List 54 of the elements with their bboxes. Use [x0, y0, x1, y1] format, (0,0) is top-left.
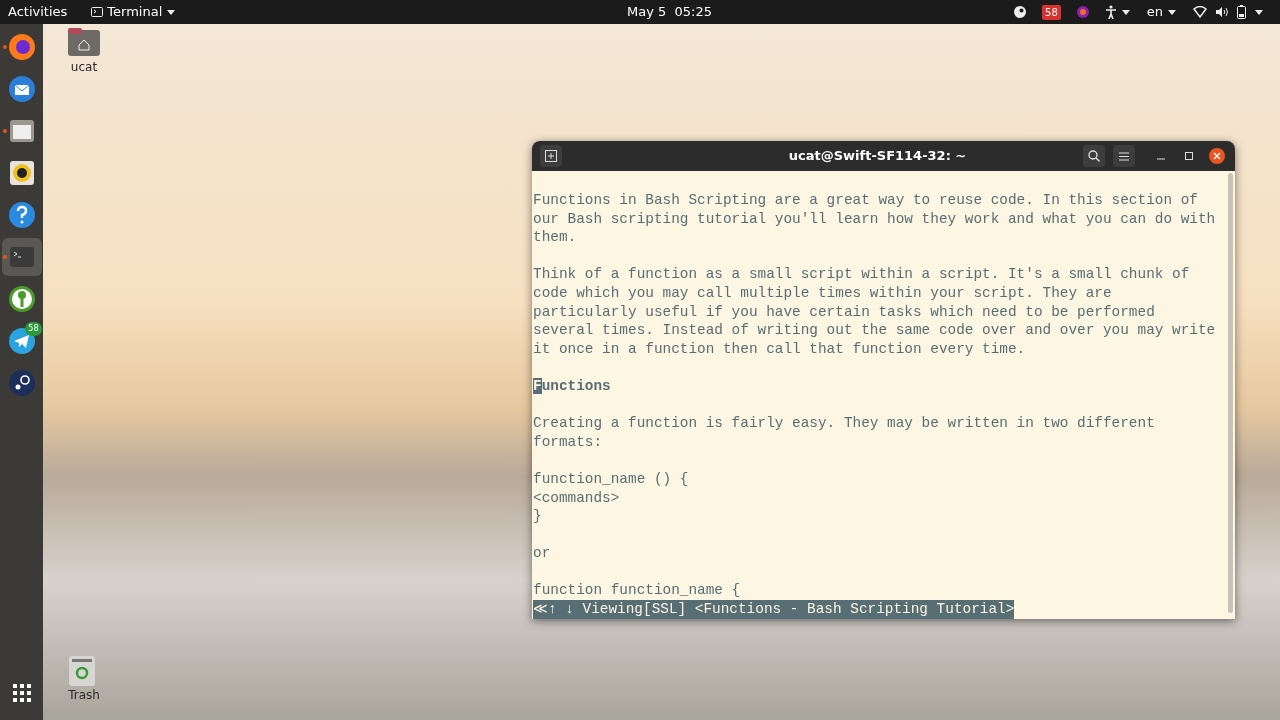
scrollbar[interactable]	[1228, 173, 1233, 613]
close-icon	[1208, 147, 1226, 165]
text-line: formats:	[533, 432, 603, 452]
notification-count[interactable]: 58	[1042, 4, 1061, 20]
app-menu[interactable]: Terminal	[91, 2, 177, 22]
maximize-icon	[1185, 152, 1193, 160]
menu-button[interactable]	[1113, 145, 1135, 167]
caret-icon	[1120, 7, 1131, 17]
caret-icon	[1167, 7, 1177, 17]
text-line: }	[533, 507, 542, 526]
clock[interactable]: May 5 05:25	[627, 2, 712, 22]
text-line: particularly useful if you have certain tasks which need to be performed	[533, 302, 1155, 322]
battery-icon	[1237, 5, 1246, 19]
window-title: ucat@Swift-SF114-32: ~	[787, 147, 968, 166]
text-line: function_name () {	[533, 469, 689, 489]
dock-item[interactable]: 58	[1, 322, 42, 360]
text-line: Functions in Bash Scripting are a great way to reuse code. In this section of	[533, 191, 1198, 210]
text-line: our Bash scripting tutorial you'll learn how they work and what you can do with	[533, 209, 1216, 229]
text-line: it once in a function then call that function every time.	[533, 339, 1026, 359]
paper-plane-icon	[6, 326, 37, 356]
accessibility-icon[interactable]	[1104, 5, 1117, 19]
new-tab-button[interactable]	[540, 145, 562, 167]
text-line: code which you may call multiple times within your script. They are	[533, 283, 1112, 303]
mail-icon	[6, 74, 37, 104]
language-menu[interactable]: en	[1146, 2, 1177, 22]
desktop-icon-label[interactable]: Trash	[68, 686, 100, 704]
notification-badge: 58	[25, 322, 42, 336]
grid-icon	[12, 684, 31, 702]
browser-icon	[6, 32, 37, 62]
new-tab-icon	[545, 150, 557, 162]
close-button[interactable]	[1207, 146, 1227, 166]
app-indicator-icon	[1076, 6, 1089, 18]
menu-icon	[1119, 151, 1129, 161]
text-line: <commands>	[533, 488, 620, 508]
volume-icon	[1215, 6, 1229, 18]
search-button[interactable]	[1083, 145, 1105, 167]
folder-icon[interactable]	[68, 28, 100, 58]
text-line: or	[533, 544, 551, 563]
text-line: Creating a function is fairly easy. They may be written in two different	[533, 414, 1155, 433]
caret-icon	[166, 7, 177, 17]
activities-button[interactable]: Activities	[8, 2, 68, 22]
search-icon	[1088, 150, 1100, 162]
desktop-icon-label[interactable]: ucat	[70, 58, 98, 76]
text-line: several times. Instead of writing out the same code over and over you may write	[533, 321, 1216, 340]
text-line: Think of a function as a small script within a script. It's a small chunk of	[533, 265, 1190, 284]
caret-icon	[1254, 7, 1264, 17]
key-icon	[6, 284, 37, 314]
help-icon	[6, 200, 37, 230]
text-line: them.	[533, 228, 577, 247]
wifi-icon	[1193, 6, 1207, 18]
game-icon	[6, 368, 37, 398]
terminal-icon	[91, 7, 104, 17]
heading-text: Functions	[533, 376, 611, 396]
text-line: function function_name {	[533, 581, 741, 601]
